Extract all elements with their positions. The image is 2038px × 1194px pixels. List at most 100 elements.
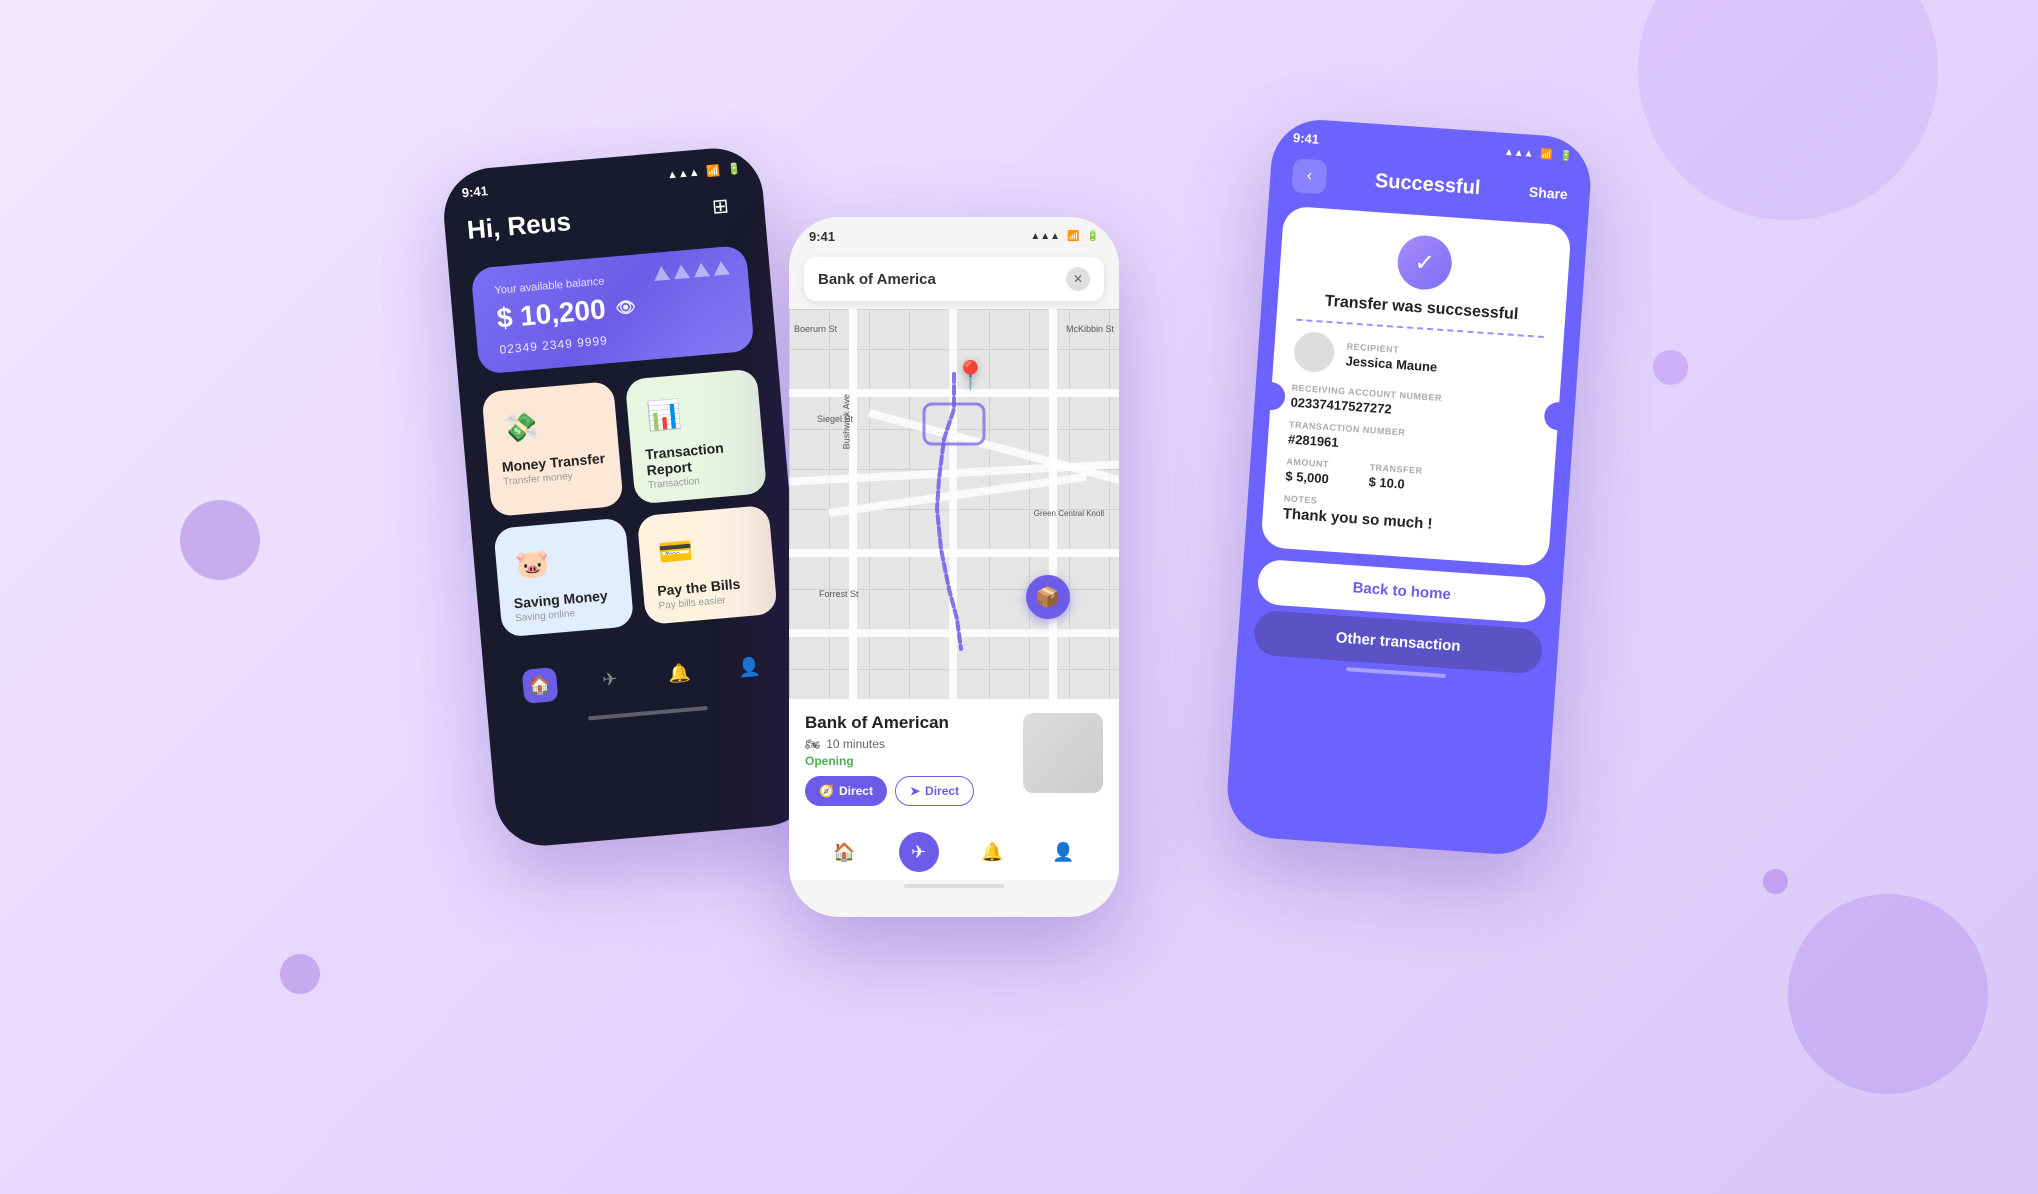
amount-col: AMOUNT $ 5,000	[1285, 456, 1330, 486]
map-label-5: Forrest St	[819, 589, 859, 599]
transaction-icon: 📊	[640, 391, 688, 439]
amount-row: AMOUNT $ 5,000 TRANSFER $ 10.0	[1285, 456, 1534, 500]
menu-item-saving[interactable]: 🐷 Saving Money Saving online	[493, 517, 634, 637]
bills-icon: 💳	[652, 527, 700, 575]
bg-decoration-4	[280, 954, 320, 994]
recipient-avatar	[1293, 331, 1336, 374]
status-icons-right: ▲▲▲ 📶 🔋	[1504, 147, 1573, 163]
location-pin: 📍	[953, 359, 988, 392]
transfer-col: TRANSFER $ 10.0	[1368, 462, 1423, 493]
wifi-icon-left: 📶	[706, 164, 721, 178]
nav-bell-left[interactable]: 🔔	[661, 655, 698, 692]
place-meta: 🏍 10 minutes	[805, 737, 1011, 751]
transaction-row: TRANSACTION NUMBER #281961	[1288, 419, 1537, 463]
time-middle: 9:41	[809, 229, 835, 244]
card-notch-left	[1256, 381, 1286, 411]
phone-middle: 9:41 ▲▲▲ 📶 🔋 Bank of America ✕	[789, 217, 1119, 917]
share-button[interactable]: Share	[1528, 184, 1568, 203]
signal-icon-right: ▲▲▲	[1504, 147, 1534, 160]
notes-row: NOTES Thank you so much !	[1282, 493, 1531, 539]
wifi-icon-middle: 📶	[1067, 231, 1079, 242]
success-checkmark: ✓	[1396, 234, 1454, 292]
bg-decoration-3	[180, 500, 260, 580]
scan-icon[interactable]: ⊞	[711, 192, 744, 225]
home-indicator-right	[1346, 667, 1446, 678]
money-transfer-title: Money Transfer	[501, 450, 605, 475]
place-time: 10 minutes	[826, 737, 885, 751]
money-transfer-icon: 💸	[497, 403, 545, 451]
nav-home-left[interactable]: 🏠	[522, 667, 559, 704]
menu-item-money-transfer[interactable]: 💸 Money Transfer Transfer money	[481, 381, 623, 517]
balance-value: $ 10,200	[496, 293, 607, 334]
page-title-right: Successful	[1374, 169, 1481, 199]
card-dot-1	[653, 266, 670, 281]
map-label-4: Siegel St	[817, 414, 853, 424]
place-info: Bank of American 🏍 10 minutes Opening 🧭 …	[805, 713, 1011, 806]
battery-icon-middle: 🔋	[1087, 231, 1099, 242]
transaction-title: Transaction Report	[645, 437, 751, 478]
card-notch-right	[1543, 401, 1573, 431]
recipient-info: RECIPIENT Jessica Maune	[1345, 341, 1438, 374]
direct-label-2: Direct	[925, 784, 959, 798]
battery-icon-left: 🔋	[727, 162, 742, 176]
amount-value: $ 5,000	[1285, 468, 1329, 486]
phone-right: 9:41 ▲▲▲ 📶 🔋 ‹ Successful Share ✓ Transf…	[1224, 117, 1593, 858]
direct-btn-2[interactable]: ➤ Direct	[895, 776, 974, 806]
motorcycle-icon: 🏍	[805, 737, 820, 751]
recipient-row: RECIPIENT Jessica Maune	[1293, 331, 1543, 388]
phones-container: 9:41 ▲▲▲ 📶 🔋 Hi, Reus ⊞ Your available b…	[469, 97, 1569, 1097]
nav-send-left[interactable]: ✈	[591, 661, 628, 698]
transaction-sub: Transaction	[648, 476, 701, 491]
saving-icon: 🐷	[509, 540, 557, 588]
greeting-text: Hi, Reus	[466, 206, 572, 246]
status-icons-left: ▲▲▲ 📶 🔋	[666, 162, 741, 181]
map-label-1: Boerurn St	[794, 324, 837, 334]
bottom-nav-middle: 🏠 ✈ 🔔 👤	[789, 820, 1119, 880]
signal-icon-left: ▲▲▲	[666, 166, 700, 181]
bills-title: Pay the Bills	[657, 576, 741, 599]
menu-item-bills[interactable]: 💳 Pay the Bills Pay bills easier	[637, 505, 778, 625]
card-dot-2	[673, 264, 690, 279]
bg-decoration-5	[1653, 350, 1688, 385]
search-bar[interactable]: Bank of America ✕	[804, 257, 1104, 301]
nav-user-middle[interactable]: 👤	[1047, 835, 1081, 869]
success-icon-wrap: ✓	[1299, 227, 1550, 298]
amount-label: AMOUNT	[1286, 456, 1330, 469]
place-thumbnail	[1023, 713, 1103, 793]
card-dot-3	[693, 262, 710, 277]
nav-home-middle[interactable]: 🏠	[828, 835, 862, 869]
eye-icon[interactable]: 👁	[615, 297, 637, 319]
place-card: Bank of American 🏍 10 minutes Opening 🧭 …	[789, 699, 1119, 820]
menu-item-transaction[interactable]: 📊 Transaction Report Transaction	[625, 368, 767, 504]
map-label-2: McKibbin St	[1066, 324, 1114, 334]
close-search-button[interactable]: ✕	[1066, 267, 1090, 291]
place-name: Bank of American	[805, 713, 1011, 733]
nav-bell-middle[interactable]: 🔔	[976, 835, 1010, 869]
status-icons-middle: ▲▲▲ 📶 🔋	[1030, 231, 1099, 242]
phone-left: 9:41 ▲▲▲ 📶 🔋 Hi, Reus ⊞ Your available b…	[440, 144, 818, 849]
arrow-icon: ➤	[910, 784, 920, 798]
nav-user-left[interactable]: 👤	[731, 649, 768, 686]
signal-icon-middle: ▲▲▲	[1030, 231, 1060, 242]
saving-title: Saving Money	[513, 587, 608, 611]
map-label-6: Green Central Knoll	[1034, 509, 1104, 518]
battery-icon-right: 🔋	[1560, 151, 1573, 163]
place-status: Opening	[805, 754, 1011, 768]
time-right: 9:41	[1293, 130, 1320, 147]
bg-decoration-6	[1763, 869, 1788, 894]
home-indicator-middle	[904, 884, 1004, 888]
card-dot-4	[713, 260, 730, 275]
search-text: Bank of America	[818, 271, 936, 288]
bg-decoration-1	[1638, 0, 1938, 220]
time-left: 9:41	[461, 183, 488, 200]
menu-grid: 💸 Money Transfer Transfer money 📊 Transa…	[458, 349, 801, 658]
wifi-icon-right: 📶	[1540, 149, 1553, 161]
success-card: ✓ Transfer was succsessful RECIPIENT Jes…	[1260, 206, 1571, 567]
direct-btn-1[interactable]: 🧭 Direct	[805, 776, 887, 806]
place-buttons: 🧭 Direct ➤ Direct	[805, 776, 1011, 806]
bg-decoration-2	[1788, 894, 1988, 1094]
map-area[interactable]: Boerurn St McKibbin St Bushwick Ave Sieg…	[789, 309, 1119, 699]
nav-send-middle[interactable]: ✈	[899, 832, 939, 872]
compass-icon-1: 🧭	[819, 784, 834, 798]
back-button[interactable]: ‹	[1291, 158, 1327, 194]
